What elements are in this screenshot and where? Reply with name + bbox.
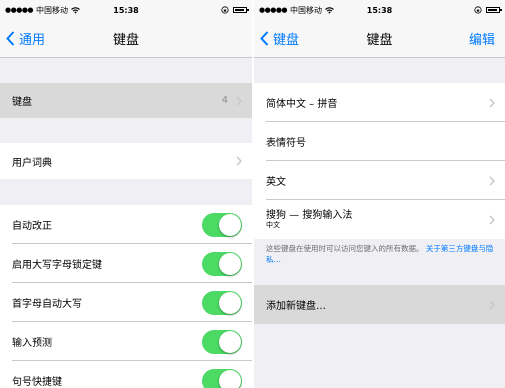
- user-dictionary-label: 用户词典: [12, 157, 52, 169]
- keyboard-label: 简体中文 – 拼音: [266, 99, 338, 110]
- toggle-settings-group: 自动改正 启用大写字母锁定键 首字母自动大写 输入预测 句号快捷键: [0, 205, 252, 388]
- user-dictionary-row[interactable]: 用户词典: [0, 143, 252, 179]
- toggle-label: 自动改正: [12, 221, 52, 232]
- chevron-right-icon: [489, 97, 495, 108]
- status-bar: ●●●●● 中国移动 15:38: [254, 0, 505, 20]
- chevron-right-icon: [489, 299, 495, 310]
- keyboard-label: 英文: [266, 177, 286, 188]
- toggle-row-auto-correction: 自动改正: [0, 205, 252, 244]
- chevron-right-icon: [489, 175, 495, 186]
- add-keyboard-label: 添加新键盘…: [266, 301, 326, 312]
- chevron-left-icon: [260, 31, 269, 46]
- predictive-switch[interactable]: [202, 329, 242, 354]
- toggle-row-caps-lock: 启用大写字母锁定键: [0, 244, 252, 283]
- back-button-label: 键盘: [273, 33, 300, 48]
- privacy-note: 这些键盘在使用时可以访问您键入的所有数据。 关于第三方键盘与隐私…: [266, 244, 495, 265]
- keyboard-label: 表情符号: [266, 138, 306, 149]
- navigation-bar: 键盘 键盘 编辑: [254, 20, 505, 58]
- add-keyboard-row[interactable]: 添加新键盘…: [254, 285, 505, 324]
- auto-capitalization-switch[interactable]: [202, 290, 242, 315]
- keyboard-sublabel: 中文: [266, 221, 280, 230]
- back-button[interactable]: 键盘: [260, 29, 299, 48]
- caps-lock-switch[interactable]: [202, 251, 242, 276]
- toggle-row-predictive: 输入预测: [0, 322, 252, 361]
- edit-button[interactable]: 编辑: [469, 29, 495, 48]
- period-shortcut-switch[interactable]: [202, 368, 242, 388]
- chevron-right-icon: [236, 95, 242, 106]
- keyboards-count: 4: [221, 95, 228, 106]
- toggle-label: 首字母自动大写: [12, 299, 82, 310]
- back-button[interactable]: 通用: [6, 29, 45, 48]
- add-keyboard-group: 添加新键盘…: [254, 285, 505, 324]
- keyboard-row-sogou[interactable]: 搜狗 — 搜狗输入法 中文: [254, 200, 505, 239]
- keyboards-list-screen: ●●●●● 中国移动 15:38 键盘 键盘 编辑 简体中文 – 拼音 表情符号…: [254, 0, 505, 388]
- battery-icon: [233, 7, 249, 13]
- chevron-left-icon: [6, 31, 15, 46]
- toggle-label: 句号快捷键: [12, 377, 62, 388]
- installed-keyboards-group: 简体中文 – 拼音 表情符号 英文 搜狗 — 搜狗输入法 中文: [254, 83, 505, 239]
- keyboard-row-english[interactable]: 英文: [254, 161, 505, 200]
- privacy-note-text: 这些键盘在使用时可以访问您键入的所有数据。: [266, 244, 424, 253]
- back-button-label: 通用: [19, 33, 46, 48]
- status-bar: ●●●●● 中国移动 15:38: [0, 0, 252, 20]
- keyboard-row-pinyin[interactable]: 简体中文 – 拼音: [254, 83, 505, 122]
- battery-icon: [486, 7, 502, 13]
- navigation-bar: 通用 键盘: [0, 20, 252, 58]
- status-time: 15:38: [366, 5, 393, 15]
- chevron-right-icon: [236, 156, 242, 166]
- toggle-label: 输入预测: [12, 338, 52, 349]
- toggle-row-auto-capitalization: 首字母自动大写: [0, 283, 252, 322]
- keyboards-row-label: 键盘: [12, 97, 32, 108]
- keyboards-group: 键盘 4: [0, 83, 252, 118]
- toggle-row-period-shortcut: 句号快捷键: [0, 361, 252, 388]
- keyboard-label: 搜狗 — 搜狗输入法: [266, 209, 353, 221]
- keyboard-row-emoji[interactable]: 表情符号: [254, 122, 505, 161]
- auto-correction-switch[interactable]: [202, 212, 242, 237]
- toggle-label: 启用大写字母锁定键: [12, 260, 102, 271]
- keyboards-row[interactable]: 键盘 4: [0, 83, 252, 118]
- user-dictionary-group: 用户词典: [0, 143, 252, 179]
- keyboard-settings-screen: ●●●●● 中国移动 15:38 通用 键盘 键盘 4 用户词典 自动改正 启用…: [0, 0, 252, 388]
- chevron-right-icon: [489, 214, 495, 225]
- status-time: 15:38: [113, 5, 139, 15]
